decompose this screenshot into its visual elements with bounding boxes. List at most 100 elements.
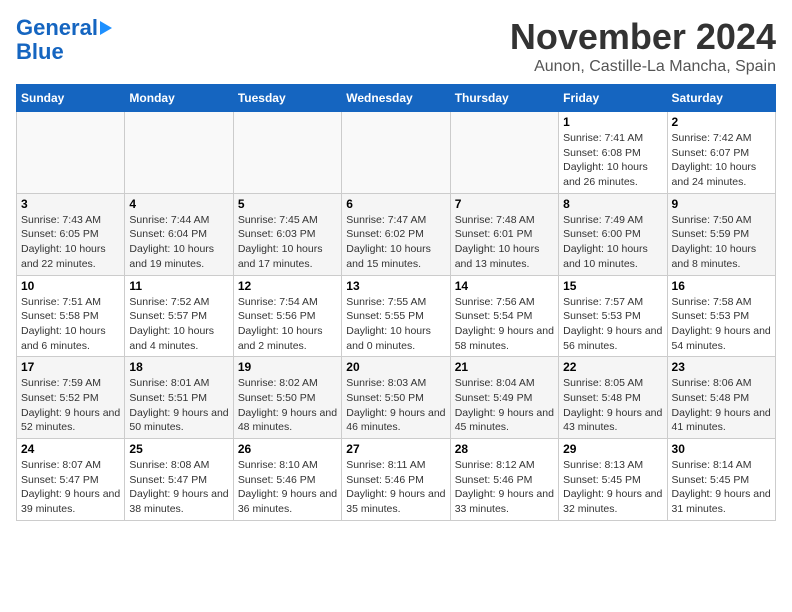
calendar-cell: 8 Sunrise: 7:49 AM Sunset: 6:00 PM Daylig… — [559, 193, 667, 275]
logo-blue-text: Blue — [16, 39, 64, 64]
calendar-cell: 12 Sunrise: 7:54 AM Sunset: 5:56 PM Dayli… — [233, 275, 341, 357]
day-number: 19 — [238, 360, 337, 374]
day-number: 15 — [563, 279, 662, 293]
day-number: 5 — [238, 197, 337, 211]
day-info: Sunrise: 7:56 AM Sunset: 5:54 PM Dayligh… — [455, 295, 554, 354]
calendar-day-header: Tuesday — [233, 85, 341, 112]
calendar-cell — [233, 112, 341, 194]
calendar-cell: 26Sunrise: 8:10 AM Sunset: 5:46 PM Dayli… — [233, 439, 341, 521]
calendar-cell — [125, 112, 233, 194]
day-number: 29 — [563, 442, 662, 456]
day-info: Sunrise: 7:48 AM Sunset: 6:01 PM Dayligh… — [455, 213, 554, 272]
page-title: November 2024 — [510, 16, 776, 58]
day-number: 2 — [672, 115, 771, 129]
day-number: 14 — [455, 279, 554, 293]
logo-arrow-icon — [100, 21, 112, 35]
day-info: Sunrise: 7:45 AM Sunset: 6:03 PM Dayligh… — [238, 213, 337, 272]
calendar-cell: 1 Sunrise: 7:41 AM Sunset: 6:08 PM Daylig… — [559, 112, 667, 194]
calendar-cell: 16 Sunrise: 7:58 AM Sunset: 5:53 PM Dayli… — [667, 275, 775, 357]
day-number: 17 — [21, 360, 120, 374]
calendar-cell: 17 Sunrise: 7:59 AM Sunset: 5:52 PM Dayli… — [17, 357, 125, 439]
day-info: Sunrise: 7:43 AM Sunset: 6:05 PM Dayligh… — [21, 213, 120, 272]
calendar-cell: 13 Sunrise: 7:55 AM Sunset: 5:55 PM Dayli… — [342, 275, 450, 357]
day-number: 3 — [21, 197, 120, 211]
calendar-week-row: 10 Sunrise: 7:51 AM Sunset: 5:58 PM Dayli… — [17, 275, 776, 357]
day-info: Sunrise: 7:49 AM Sunset: 6:00 PM Dayligh… — [563, 213, 662, 272]
day-info: Sunrise: 7:41 AM Sunset: 6:08 PM Dayligh… — [563, 131, 662, 190]
day-info: Sunrise: 7:51 AM Sunset: 5:58 PM Dayligh… — [21, 295, 120, 354]
day-number: 18 — [129, 360, 228, 374]
day-info: Sunrise: 7:58 AM Sunset: 5:53 PM Dayligh… — [672, 295, 771, 354]
calendar-cell: 7Sunrise: 7:48 AM Sunset: 6:01 PM Daylig… — [450, 193, 558, 275]
day-info: Sunrise: 7:55 AM Sunset: 5:55 PM Dayligh… — [346, 295, 445, 354]
calendar-table: SundayMondayTuesdayWednesdayThursdayFrid… — [16, 84, 776, 521]
day-number: 8 — [563, 197, 662, 211]
calendar-week-row: 1 Sunrise: 7:41 AM Sunset: 6:08 PM Daylig… — [17, 112, 776, 194]
day-info: Sunrise: 8:04 AM Sunset: 5:49 PM Dayligh… — [455, 376, 554, 435]
calendar-cell: 11 Sunrise: 7:52 AM Sunset: 5:57 PM Dayli… — [125, 275, 233, 357]
day-info: Sunrise: 8:08 AM Sunset: 5:47 PM Dayligh… — [129, 458, 228, 517]
calendar-day-header: Monday — [125, 85, 233, 112]
day-info: Sunrise: 8:05 AM Sunset: 5:48 PM Dayligh… — [563, 376, 662, 435]
day-number: 10 — [21, 279, 120, 293]
day-info: Sunrise: 7:57 AM Sunset: 5:53 PM Dayligh… — [563, 295, 662, 354]
calendar-cell: 21 Sunrise: 8:04 AM Sunset: 5:49 PM Dayli… — [450, 357, 558, 439]
day-info: Sunrise: 8:11 AM Sunset: 5:46 PM Dayligh… — [346, 458, 445, 517]
day-number: 30 — [672, 442, 771, 456]
day-number: 13 — [346, 279, 445, 293]
page-subtitle: Aunon, Castille-La Mancha, Spain — [510, 58, 776, 76]
calendar-cell: 24Sunrise: 8:07 AM Sunset: 5:47 PM Dayli… — [17, 439, 125, 521]
day-info: Sunrise: 7:50 AM Sunset: 5:59 PM Dayligh… — [672, 213, 771, 272]
day-info: Sunrise: 8:12 AM Sunset: 5:46 PM Dayligh… — [455, 458, 554, 517]
calendar-cell: 23Sunrise: 8:06 AM Sunset: 5:48 PM Dayli… — [667, 357, 775, 439]
calendar-day-header: Thursday — [450, 85, 558, 112]
day-info: Sunrise: 8:02 AM Sunset: 5:50 PM Dayligh… — [238, 376, 337, 435]
calendar-week-row: 3 Sunrise: 7:43 AM Sunset: 6:05 PM Daylig… — [17, 193, 776, 275]
logo: General Blue — [16, 16, 112, 64]
page-header: General Blue November 2024 Aunon, Castil… — [16, 16, 776, 76]
day-info: Sunrise: 7:44 AM Sunset: 6:04 PM Dayligh… — [129, 213, 228, 272]
calendar-day-header: Friday — [559, 85, 667, 112]
day-number: 4 — [129, 197, 228, 211]
day-number: 24 — [21, 442, 120, 456]
day-info: Sunrise: 8:13 AM Sunset: 5:45 PM Dayligh… — [563, 458, 662, 517]
day-info: Sunrise: 7:54 AM Sunset: 5:56 PM Dayligh… — [238, 295, 337, 354]
day-number: 11 — [129, 279, 228, 293]
day-info: Sunrise: 7:59 AM Sunset: 5:52 PM Dayligh… — [21, 376, 120, 435]
day-info: Sunrise: 7:42 AM Sunset: 6:07 PM Dayligh… — [672, 131, 771, 190]
title-area: November 2024 Aunon, Castille-La Mancha,… — [510, 16, 776, 76]
calendar-header-row: SundayMondayTuesdayWednesdayThursdayFrid… — [17, 85, 776, 112]
calendar-cell: 20Sunrise: 8:03 AM Sunset: 5:50 PM Dayli… — [342, 357, 450, 439]
calendar-day-header: Saturday — [667, 85, 775, 112]
calendar-cell: 15 Sunrise: 7:57 AM Sunset: 5:53 PM Dayli… — [559, 275, 667, 357]
day-info: Sunrise: 8:01 AM Sunset: 5:51 PM Dayligh… — [129, 376, 228, 435]
day-number: 1 — [563, 115, 662, 129]
calendar-cell: 2 Sunrise: 7:42 AM Sunset: 6:07 PM Daylig… — [667, 112, 775, 194]
calendar-cell: 18 Sunrise: 8:01 AM Sunset: 5:51 PM Dayli… — [125, 357, 233, 439]
calendar-cell: 27Sunrise: 8:11 AM Sunset: 5:46 PM Dayli… — [342, 439, 450, 521]
calendar-cell: 22 Sunrise: 8:05 AM Sunset: 5:48 PM Dayli… — [559, 357, 667, 439]
day-number: 12 — [238, 279, 337, 293]
calendar-cell: 28 Sunrise: 8:12 AM Sunset: 5:46 PM Dayli… — [450, 439, 558, 521]
day-number: 21 — [455, 360, 554, 374]
day-number: 16 — [672, 279, 771, 293]
calendar-cell: 6Sunrise: 7:47 AM Sunset: 6:02 PM Daylig… — [342, 193, 450, 275]
calendar-cell: 19 Sunrise: 8:02 AM Sunset: 5:50 PM Dayli… — [233, 357, 341, 439]
day-info: Sunrise: 8:03 AM Sunset: 5:50 PM Dayligh… — [346, 376, 445, 435]
day-info: Sunrise: 7:52 AM Sunset: 5:57 PM Dayligh… — [129, 295, 228, 354]
day-number: 28 — [455, 442, 554, 456]
calendar-cell: 10 Sunrise: 7:51 AM Sunset: 5:58 PM Dayli… — [17, 275, 125, 357]
calendar-cell: 25 Sunrise: 8:08 AM Sunset: 5:47 PM Dayli… — [125, 439, 233, 521]
day-number: 23 — [672, 360, 771, 374]
calendar-day-header: Wednesday — [342, 85, 450, 112]
day-info: Sunrise: 8:14 AM Sunset: 5:45 PM Dayligh… — [672, 458, 771, 517]
calendar-cell: 30 Sunrise: 8:14 AM Sunset: 5:45 PM Dayli… — [667, 439, 775, 521]
day-number: 6 — [346, 197, 445, 211]
calendar-cell — [17, 112, 125, 194]
day-number: 25 — [129, 442, 228, 456]
logo-text: General — [16, 16, 98, 40]
day-number: 22 — [563, 360, 662, 374]
calendar-day-header: Sunday — [17, 85, 125, 112]
calendar-cell: 29 Sunrise: 8:13 AM Sunset: 5:45 PM Dayli… — [559, 439, 667, 521]
calendar-week-row: 17 Sunrise: 7:59 AM Sunset: 5:52 PM Dayli… — [17, 357, 776, 439]
